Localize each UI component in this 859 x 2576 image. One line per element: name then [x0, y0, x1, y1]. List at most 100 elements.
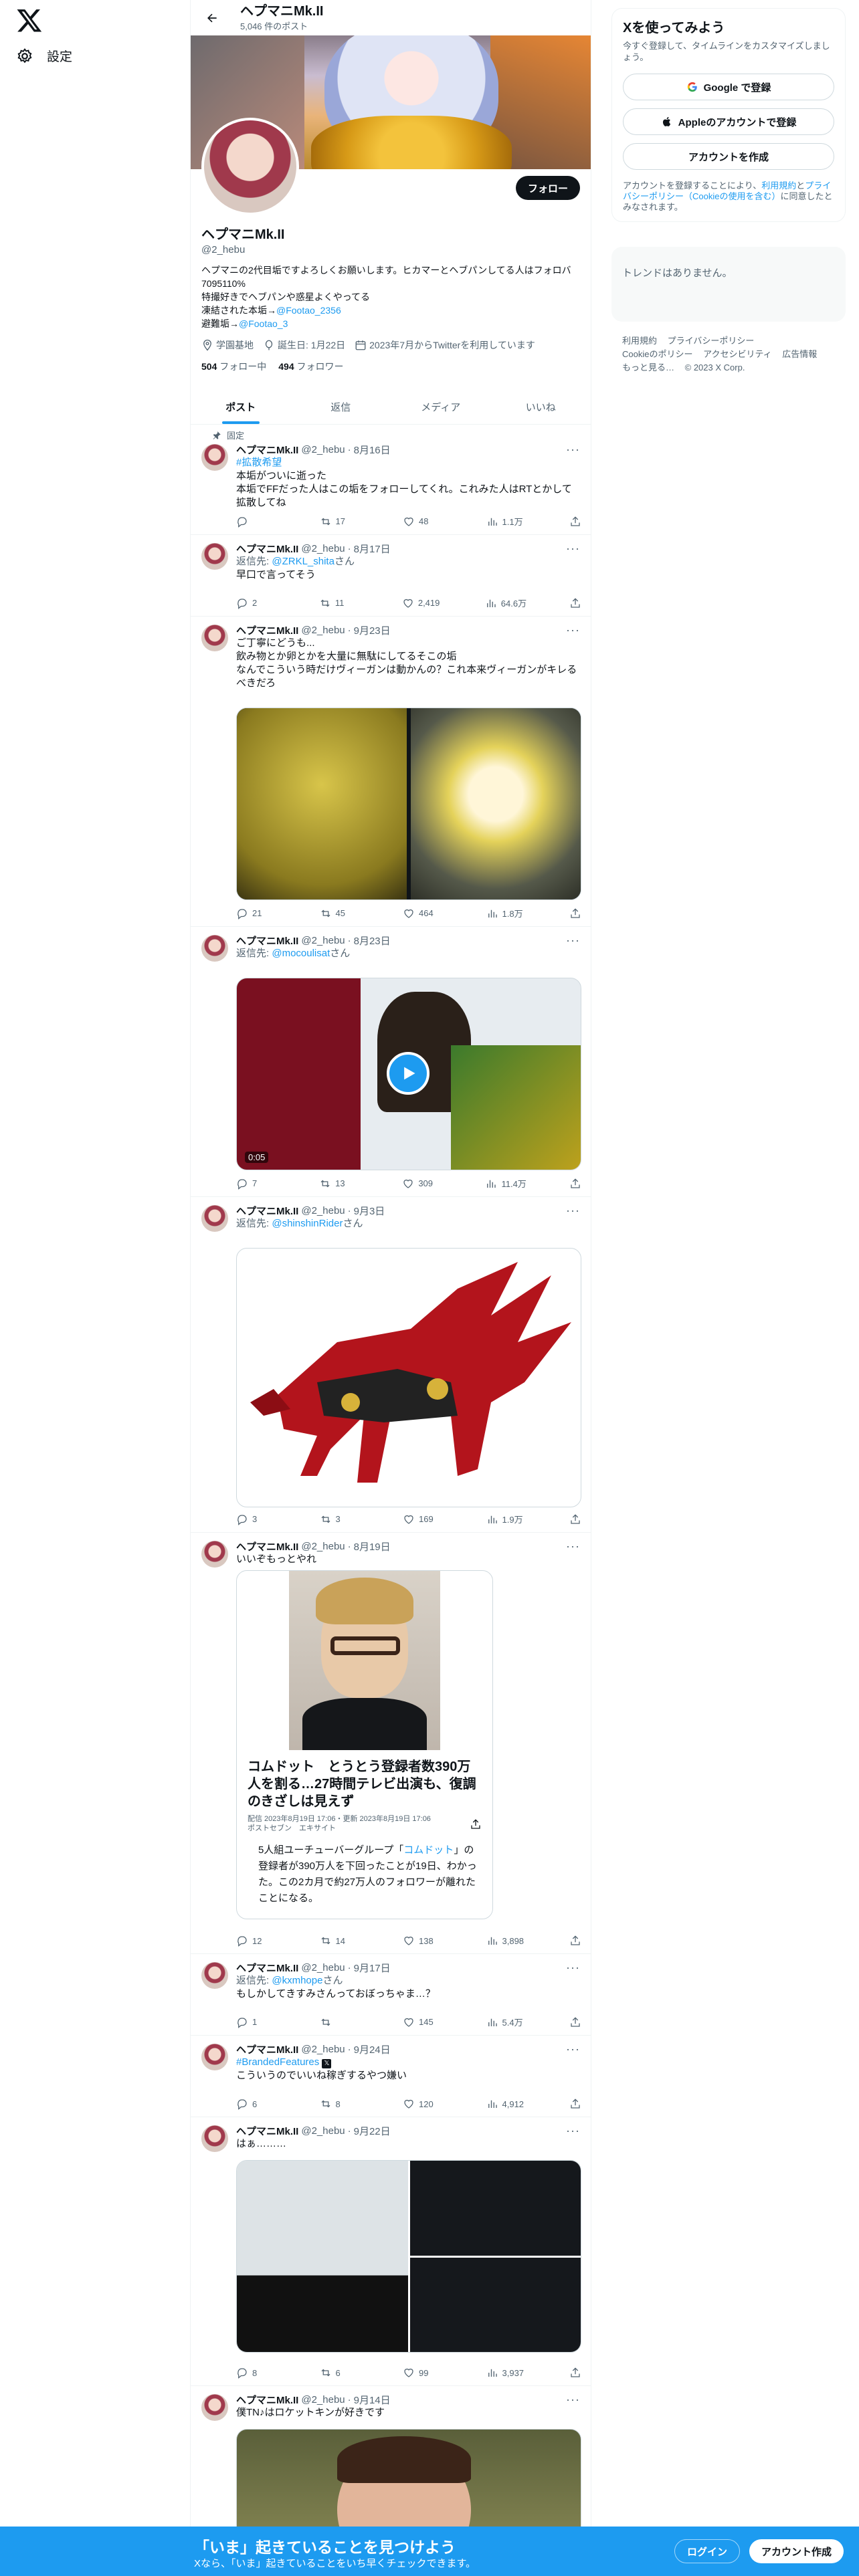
tweet-date[interactable]: 9月14日 — [354, 2393, 391, 2407]
views-button[interactable]: 64.6万 — [485, 597, 527, 609]
tab-replies[interactable]: 返信 — [291, 389, 391, 424]
profile-avatar[interactable] — [201, 118, 299, 215]
tweet[interactable]: ··· ヘプマニMk.II @2_hebu · 8月19日 いいぞもっとやれ コムドッ… — [191, 1533, 591, 1954]
like-button[interactable]: 464 — [403, 907, 443, 920]
like-button[interactable]: 145 — [403, 2016, 443, 2028]
retweet-button[interactable] — [320, 2016, 360, 2028]
share-button[interactable] — [569, 1513, 581, 1525]
tweet[interactable]: ··· ヘプマニMk.II @2_hebu · 9月14日 僕TN♪はロケットキンが好… — [191, 2386, 591, 2527]
tweet-media-gallery[interactable] — [236, 2160, 581, 2353]
reply-to-link[interactable]: @ZRKL_shita — [272, 556, 335, 567]
tweet-date[interactable]: 9月17日 — [354, 1961, 391, 1975]
share-button[interactable] — [569, 1177, 581, 1190]
tweet-avatar[interactable] — [201, 1205, 228, 1232]
media-image[interactable] — [409, 2257, 581, 2352]
views-button[interactable]: 5.4万 — [486, 2016, 527, 2028]
reply-button[interactable]: 3 — [236, 1513, 276, 1525]
reply-button[interactable]: 7 — [236, 1177, 276, 1190]
footer-link[interactable]: もっと見る… — [622, 362, 674, 372]
followers-link[interactable]: 494 フォロワー — [278, 360, 343, 373]
retweet-button[interactable]: 17 — [320, 515, 360, 528]
reply-to-link[interactable]: @mocoulisat — [272, 948, 330, 959]
following-link[interactable]: 504 フォロー中 — [201, 360, 266, 373]
tweet-avatar[interactable] — [201, 444, 228, 471]
retweet-button[interactable]: 14 — [320, 1935, 360, 1947]
share-button[interactable] — [569, 2016, 581, 2028]
tweet-media-image[interactable] — [236, 1248, 581, 1507]
signup-button[interactable]: アカウント作成 — [749, 2539, 844, 2563]
retweet-button[interactable]: 45 — [320, 907, 360, 920]
tweet-author[interactable]: ヘプマニMk.II — [236, 2042, 298, 2056]
tweet[interactable]: ··· ヘプマニMk.II @2_hebu · 9月3日 返信先: @shinshin… — [191, 1197, 591, 1533]
tweet-avatar[interactable] — [201, 1962, 228, 1989]
tweet-hashtag[interactable]: #拡散希望 — [236, 456, 581, 469]
tab-likes[interactable]: いいね — [491, 389, 591, 424]
tweet[interactable]: ··· ヘプマニMk.II @2_hebu · 9月17日 返信先: @kxmhope… — [191, 1954, 591, 2036]
tweet-avatar[interactable] — [201, 2125, 228, 2152]
share-button[interactable] — [569, 515, 581, 528]
share-button[interactable] — [569, 907, 581, 920]
footer-link[interactable]: 利用規約 — [622, 336, 657, 346]
share-button[interactable] — [569, 2367, 581, 2379]
tweet[interactable]: ··· ヘプマニMk.II @2_hebu · 8月17日 返信先: @ZRKL_sh… — [191, 535, 591, 617]
footer-link[interactable]: アクセシビリティ — [703, 349, 772, 359]
tweet-date[interactable]: 8月17日 — [354, 542, 391, 556]
tweet-avatar[interactable] — [201, 625, 228, 651]
footer-link[interactable]: プライバシーポリシー — [668, 336, 755, 346]
media-image[interactable] — [237, 708, 407, 899]
x-logo-icon[interactable] — [16, 7, 43, 33]
tweet-author[interactable]: ヘプマニMk.II — [236, 1539, 298, 1553]
reply-button[interactable]: 8 — [236, 2367, 276, 2379]
tweet-author[interactable]: ヘプマニMk.II — [236, 2124, 298, 2138]
play-button[interactable] — [387, 1052, 430, 1095]
retweet-button[interactable]: 13 — [319, 1177, 359, 1190]
tweet[interactable]: ··· ヘプマニMk.II @2_hebu · 9月23日 ご丁寧にどうも... 飲み… — [191, 617, 591, 927]
like-button[interactable]: 309 — [402, 1177, 442, 1190]
views-button[interactable]: 1.8万 — [486, 907, 527, 920]
reply-to-link[interactable]: @shinshinRider — [272, 1218, 343, 1229]
apple-signup-button[interactable]: Appleのアカウントで登録 — [623, 108, 834, 135]
share-button[interactable] — [569, 2098, 581, 2110]
views-button[interactable]: 4,912 — [486, 2098, 527, 2110]
reply-button[interactable]: 1 — [236, 2016, 276, 2028]
terms-link[interactable]: 利用規約 — [761, 181, 796, 191]
tweet-video[interactable] — [236, 2429, 581, 2527]
tweet-article-card[interactable]: コムドット とうとう登録者数390万人を割る…27時間テレビ出演も、復調のきざし… — [236, 1570, 493, 1919]
views-button[interactable]: 3,898 — [486, 1935, 527, 1947]
tweet-video[interactable]: 0:05 — [236, 978, 581, 1170]
create-account-button[interactable]: アカウントを作成 — [623, 143, 834, 170]
retweet-button[interactable]: 11 — [319, 597, 359, 609]
tab-media[interactable]: メディア — [391, 389, 491, 424]
tweet-author[interactable]: ヘプマニMk.II — [236, 623, 298, 637]
tweet-author[interactable]: ヘプマニMk.II — [236, 1961, 298, 1975]
reply-button[interactable]: 6 — [236, 2098, 276, 2110]
like-button[interactable]: 99 — [403, 2367, 443, 2379]
retweet-button[interactable]: 8 — [320, 2098, 360, 2110]
views-button[interactable]: 3,937 — [486, 2367, 527, 2379]
article-title[interactable]: コムドット とうとう登録者数390万人を割る…27時間テレビ出演も、復調のきざし… — [248, 1758, 483, 1810]
like-button[interactable]: 138 — [403, 1935, 443, 1947]
reply-button[interactable]: 21 — [236, 907, 276, 920]
tweet[interactable]: ··· ヘプマニMk.II @2_hebu · 9月24日 #BrandedFeatu… — [191, 2036, 591, 2117]
like-button[interactable]: 2,419 — [402, 597, 442, 609]
reply-button[interactable]: 2 — [236, 597, 276, 609]
tab-posts[interactable]: ポスト — [191, 389, 291, 424]
tweet-avatar[interactable] — [201, 935, 228, 962]
views-button[interactable]: 11.4万 — [485, 1177, 527, 1190]
reply-button[interactable] — [236, 515, 276, 528]
media-image[interactable] — [411, 708, 581, 899]
google-signup-button[interactable]: Google で登録 — [623, 74, 834, 100]
tweet-author[interactable]: ヘプマニMk.II — [236, 1204, 298, 1218]
tweet-author[interactable]: ヘプマニMk.II — [236, 934, 298, 948]
tweet-date[interactable]: 8月23日 — [354, 934, 391, 948]
views-button[interactable]: 1.9万 — [486, 1513, 527, 1525]
tweet-date[interactable]: 9月3日 — [354, 1204, 385, 1218]
bio-mention-link[interactable]: @Footao_2356 — [276, 305, 341, 316]
settings-link[interactable]: 設定 — [16, 47, 72, 65]
footer-link[interactable]: 広告情報 — [782, 349, 817, 359]
retweet-button[interactable]: 3 — [320, 1513, 360, 1525]
tweet-date[interactable]: 9月24日 — [354, 2042, 391, 2056]
share-button[interactable] — [569, 1935, 581, 1947]
footer-link[interactable]: Cookieのポリシー — [622, 349, 692, 359]
login-button[interactable]: ログイン — [674, 2539, 741, 2563]
